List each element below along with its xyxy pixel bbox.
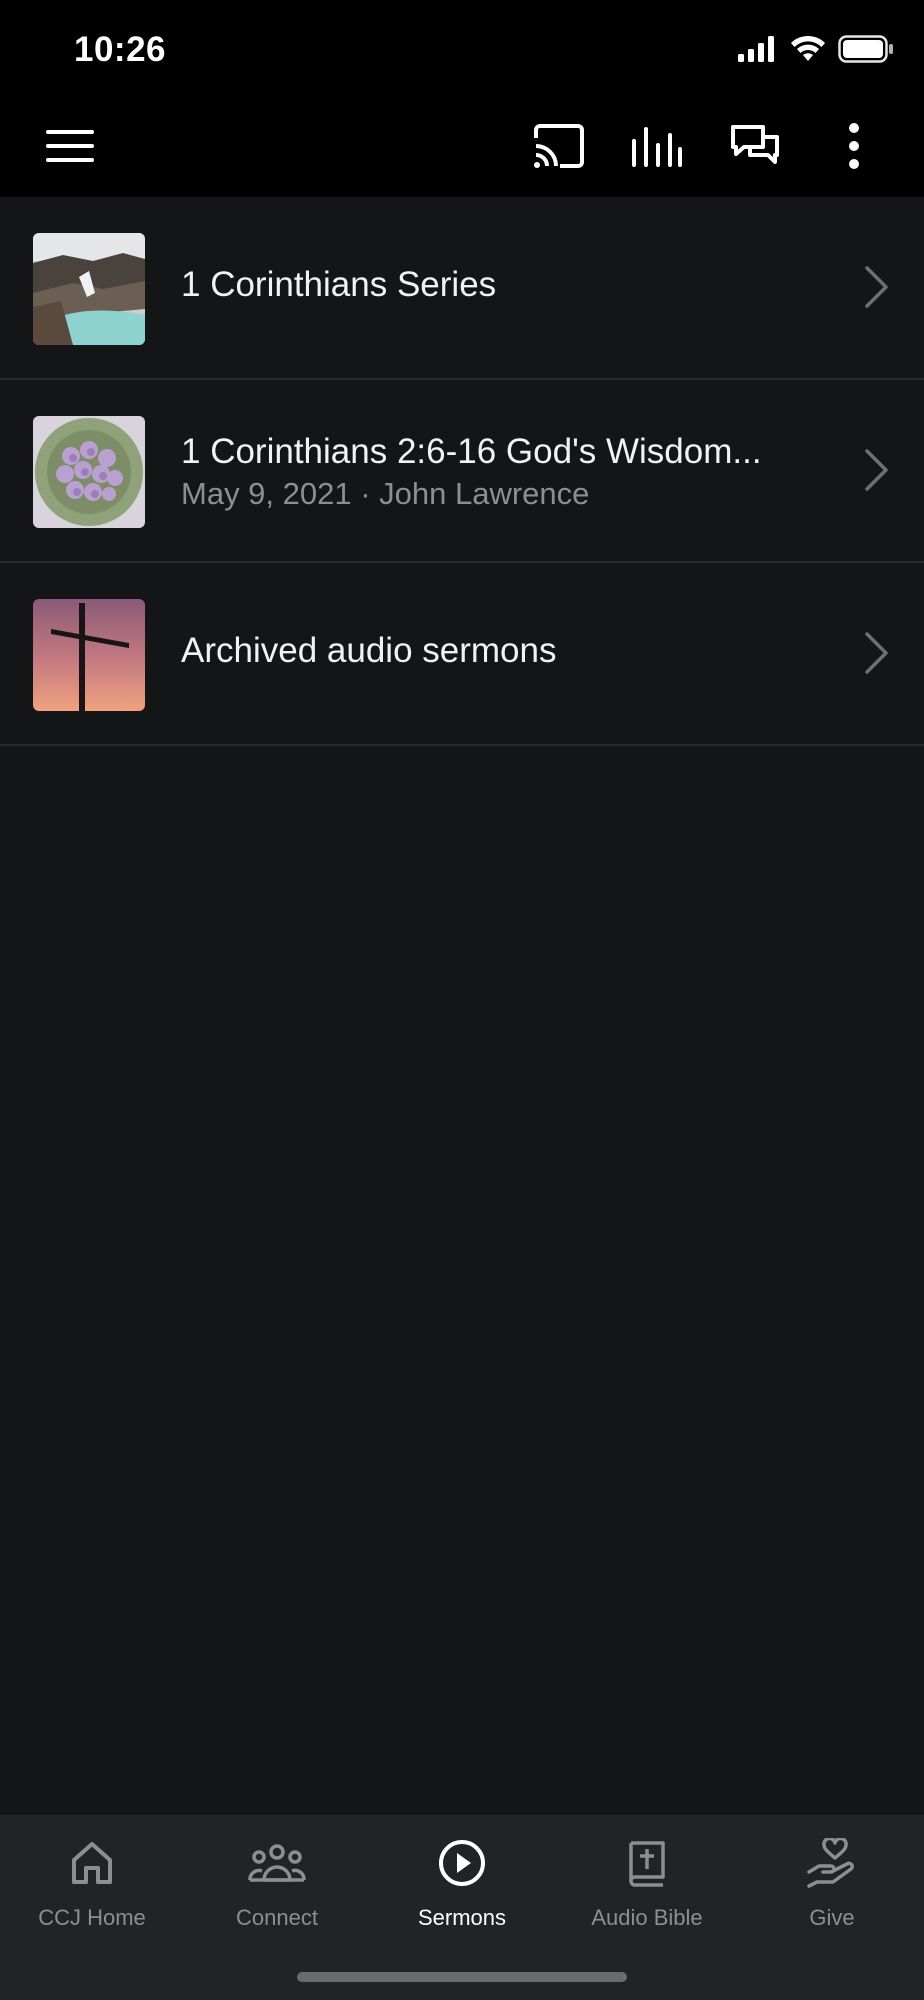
cast-icon [532,124,586,173]
more-button[interactable] [814,100,894,197]
list-item[interactable]: 1 Corinthians 2:6-16 God's Wisdom... May… [0,380,924,563]
status-icons [738,34,894,68]
chevron-right-icon [864,265,890,309]
bible-icon [617,1833,677,1893]
menu-button[interactable] [30,100,110,197]
cast-button[interactable] [519,100,599,197]
flowers-bouquet-image [33,416,145,528]
list-item-title: 1 Corinthians Series [181,265,497,304]
menu-icon [44,128,96,169]
screen: 10:26 1 Corinthians Series 1 Corinthians… [0,0,924,2000]
list-item-title: 1 Corinthians 2:6-16 God's Wisdom... [181,432,762,471]
sermon-list: 1 Corinthians Series 1 Corinthians 2:6-1… [0,197,924,746]
tab-sermons[interactable]: Sermons [370,1815,554,1945]
list-item[interactable]: 1 Corinthians Series [0,197,924,380]
tab-label: Audio Bible [591,1905,703,1930]
status-time: 10:26 [74,30,167,69]
people-icon [247,1833,307,1893]
play-circle-icon [432,1833,492,1893]
tab-connect[interactable]: Connect [185,1815,369,1945]
audio-bars-icon [630,125,684,172]
list-item-subtitle: May 9, 2021 · John Lawrence [181,476,590,511]
tab-ccj-home[interactable]: CCJ Home [0,1815,184,1945]
cross-sunset-image [33,599,145,711]
tab-audio-bible[interactable]: Audio Bible [555,1815,739,1945]
top-toolbar [0,100,924,197]
give-hand-icon [802,1833,862,1893]
tab-label: Sermons [417,1905,507,1930]
wifi-icon [790,35,826,68]
list-item-title: Archived audio sermons [181,631,557,670]
home-icon [62,1833,122,1893]
audio-button[interactable] [617,100,697,197]
chevron-right-icon [864,631,890,675]
tab-give[interactable]: Give [740,1815,924,1945]
battery-icon [838,34,894,68]
signal-icon [738,35,778,67]
tab-label: CCJ Home [38,1905,146,1930]
list-item[interactable]: Archived audio sermons [0,563,924,746]
chat-icon [730,124,780,173]
status-bar: 10:26 [0,0,924,100]
landscape-lake-image [33,233,145,345]
more-vertical-icon [848,122,860,175]
tab-label: Connect [236,1905,318,1930]
chat-button[interactable] [715,100,795,197]
chevron-right-icon [864,448,890,492]
home-indicator [297,1972,627,1982]
tab-label: Give [809,1905,855,1930]
